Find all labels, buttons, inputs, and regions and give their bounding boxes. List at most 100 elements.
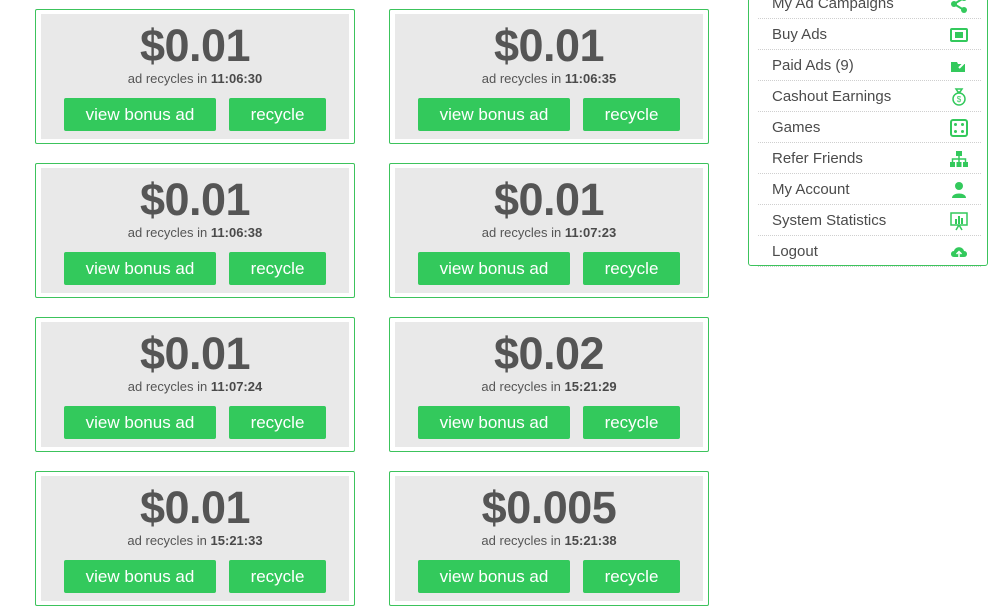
menu-item-label: Buy Ads <box>772 26 828 43</box>
ad-buttons: view bonus ad recycle <box>41 560 349 593</box>
folder-arrow-icon <box>949 56 969 76</box>
ad-card-body: $0.01 ad recycles in 11:07:24 view bonus… <box>41 322 349 447</box>
chart-board-icon <box>949 211 969 231</box>
menu-item-games[interactable]: Games <box>758 113 981 143</box>
view-bonus-ad-button[interactable]: view bonus ad <box>418 98 570 131</box>
view-bonus-ad-button[interactable]: view bonus ad <box>64 560 216 593</box>
ad-card-body: $0.01 ad recycles in 15:21:33 view bonus… <box>41 476 349 601</box>
recycle-prefix: ad recycles in <box>481 379 561 394</box>
menu-item-label: Games <box>772 119 821 136</box>
menu-item-system-statistics[interactable]: System Statistics <box>758 206 981 236</box>
view-bonus-ad-button[interactable]: view bonus ad <box>418 560 570 593</box>
ad-card: $0.005 ad recycles in 15:21:38 view bonu… <box>389 471 709 606</box>
menu-item-label: Paid Ads (9) <box>772 57 854 74</box>
dice-icon <box>949 118 969 138</box>
ad-price: $0.01 <box>493 174 605 225</box>
recycle-time: 11:07:23 <box>564 225 617 240</box>
recycle-button[interactable]: recycle <box>583 98 680 131</box>
recycle-button[interactable]: recycle <box>229 252 326 285</box>
ad-recycle-timer: ad recycles in 11:07:23 <box>395 225 703 241</box>
ad-card-body: $0.01 ad recycles in 11:07:23 view bonus… <box>395 168 703 293</box>
recycle-time: 15:21:38 <box>564 533 617 548</box>
ad-buttons: view bonus ad recycle <box>395 406 703 439</box>
menu-item-refer-friends[interactable]: Refer Friends <box>758 144 981 174</box>
ad-card: $0.01 ad recycles in 11:06:38 view bonus… <box>35 163 355 298</box>
menu-item-paid-ads[interactable]: Paid Ads (9) <box>758 51 981 81</box>
view-bonus-ad-button[interactable]: view bonus ad <box>418 406 570 439</box>
ad-card: $0.02 ad recycles in 15:21:29 view bonus… <box>389 317 709 452</box>
recycle-prefix: ad recycles in <box>127 225 208 240</box>
recycle-button[interactable]: recycle <box>229 406 326 439</box>
ad-card: $0.01 ad recycles in 15:21:33 view bonus… <box>35 471 355 606</box>
recycle-prefix: ad recycles in <box>127 533 207 548</box>
ad-price: $0.01 <box>493 20 605 71</box>
ad-buttons: view bonus ad recycle <box>41 98 349 131</box>
ad-buttons: view bonus ad recycle <box>41 406 349 439</box>
view-bonus-ad-button[interactable]: view bonus ad <box>418 252 570 285</box>
recycle-prefix: ad recycles in <box>127 71 208 86</box>
ads-grid: $0.01 ad recycles in 11:06:30 view bonus… <box>35 9 709 606</box>
ad-buttons: view bonus ad recycle <box>395 98 703 131</box>
network-icon <box>949 149 969 169</box>
menu-item-my-ad-campaigns[interactable]: My Ad Campaigns <box>758 0 981 19</box>
menu-item-logout[interactable]: Logout <box>758 237 981 267</box>
ad-card-body: $0.01 ad recycles in 11:06:38 view bonus… <box>41 168 349 293</box>
ad-price: $0.005 <box>481 482 617 533</box>
cloud-upload-icon <box>949 242 969 262</box>
menu-item-label: Cashout Earnings <box>772 88 892 105</box>
ad-recycle-timer: ad recycles in 11:07:24 <box>41 379 349 395</box>
menu-item-label: My Ad Campaigns <box>772 0 894 12</box>
menu-list: My Ad Campaigns Buy Ads Paid Ads (9) Cas… <box>749 0 987 267</box>
page: $0.01 ad recycles in 11:06:30 view bonus… <box>0 0 998 613</box>
ad-price: $0.01 <box>139 482 251 533</box>
recycle-button[interactable]: recycle <box>229 98 326 131</box>
recycle-prefix: ad recycles in <box>127 379 208 394</box>
ad-card: $0.01 ad recycles in 11:06:30 view bonus… <box>35 9 355 144</box>
svg-text:$: $ <box>957 95 962 104</box>
recycle-prefix: ad recycles in <box>481 225 562 240</box>
ad-card-body: $0.005 ad recycles in 15:21:38 view bonu… <box>395 476 703 601</box>
menu-item-buy-ads[interactable]: Buy Ads <box>758 20 981 50</box>
view-bonus-ad-button[interactable]: view bonus ad <box>64 406 216 439</box>
recycle-prefix: ad recycles in <box>481 71 562 86</box>
ad-card: $0.01 ad recycles in 11:07:24 view bonus… <box>35 317 355 452</box>
ad-price: $0.01 <box>139 174 251 225</box>
ad-card-body: $0.01 ad recycles in 11:06:30 view bonus… <box>41 14 349 139</box>
menu-item-label: Refer Friends <box>772 150 863 167</box>
menu-item-cashout-earnings[interactable]: Cashout Earnings $ <box>758 82 981 112</box>
recycle-time: 15:21:29 <box>564 379 617 394</box>
ad-price: $0.01 <box>139 20 251 71</box>
menu-item-my-account[interactable]: My Account <box>758 175 981 205</box>
recycle-time: 11:06:30 <box>210 71 263 86</box>
ad-recycle-timer: ad recycles in 15:21:33 <box>41 533 349 549</box>
recycle-prefix: ad recycles in <box>481 533 561 548</box>
ad-buttons: view bonus ad recycle <box>41 252 349 285</box>
recycle-button[interactable]: recycle <box>583 406 680 439</box>
account-menu: My Ad Campaigns Buy Ads Paid Ads (9) Cas… <box>748 0 988 267</box>
ad-card: $0.01 ad recycles in 11:06:35 view bonus… <box>389 9 709 144</box>
recycle-button[interactable]: recycle <box>583 560 680 593</box>
menu-item-label: My Account <box>772 181 850 198</box>
view-bonus-ad-button[interactable]: view bonus ad <box>64 252 216 285</box>
recycle-button[interactable]: recycle <box>229 560 326 593</box>
ad-buttons: view bonus ad recycle <box>395 252 703 285</box>
ad-card: $0.01 ad recycles in 11:07:23 view bonus… <box>389 163 709 298</box>
ad-buttons: view bonus ad recycle <box>395 560 703 593</box>
ad-recycle-timer: ad recycles in 11:06:38 <box>41 225 349 241</box>
ad-recycle-timer: ad recycles in 11:06:35 <box>395 71 703 87</box>
ad-card-body: $0.01 ad recycles in 11:06:35 view bonus… <box>395 14 703 139</box>
view-bonus-ad-button[interactable]: view bonus ad <box>64 98 216 131</box>
menu-item-label: System Statistics <box>772 212 887 229</box>
ad-card-body: $0.02 ad recycles in 15:21:29 view bonus… <box>395 322 703 447</box>
recycle-time: 11:06:35 <box>564 71 617 86</box>
cash-icon <box>949 25 969 45</box>
user-icon <box>949 180 969 200</box>
recycle-time: 11:06:38 <box>210 225 263 240</box>
ad-recycle-timer: ad recycles in 11:06:30 <box>41 71 349 87</box>
ad-price: $0.01 <box>139 328 251 379</box>
money-bag-icon: $ <box>949 87 969 107</box>
recycle-button[interactable]: recycle <box>583 252 680 285</box>
share-icon <box>949 0 969 14</box>
ad-price: $0.02 <box>493 328 605 379</box>
menu-item-label: Logout <box>772 243 818 260</box>
